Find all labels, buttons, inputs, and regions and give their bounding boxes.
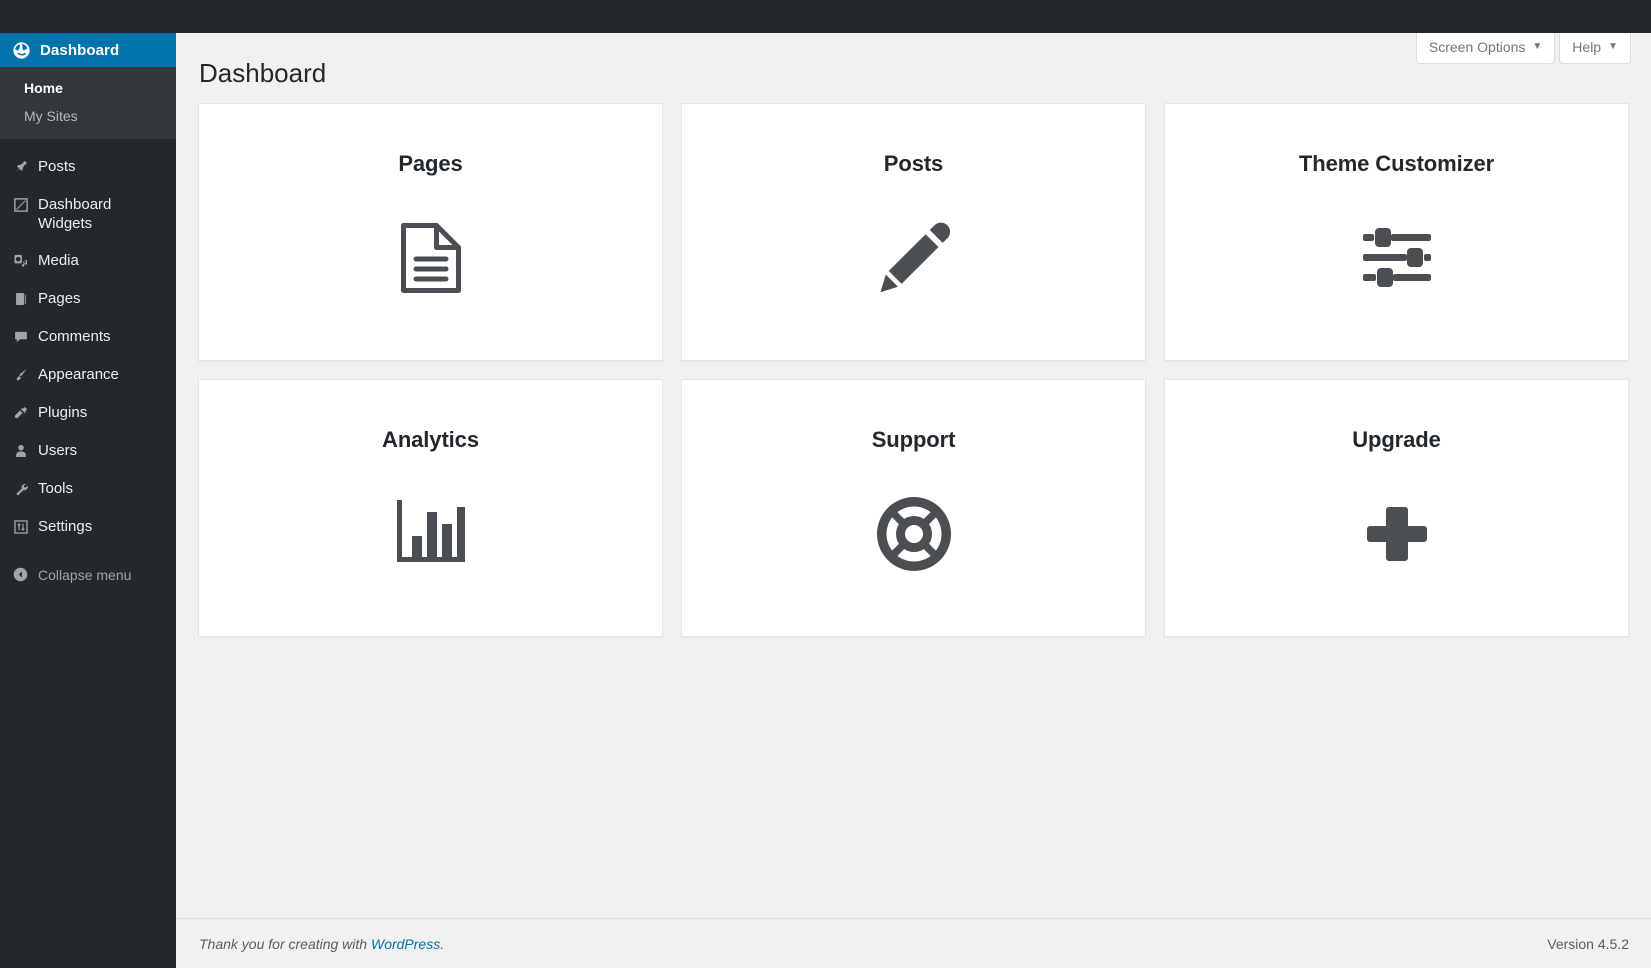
sidebar-item-appearance[interactable]: Appearance: [0, 356, 176, 394]
content-area: Screen Options ▼ Help ▼ Dashboard Pages: [176, 33, 1651, 968]
active-menu-arrow-icon: [176, 42, 184, 58]
footer-thanks: Thank you for creating with WordPress.: [199, 936, 444, 952]
card-title: Theme Customizer: [1298, 150, 1495, 176]
dashboard-card-grid: Pages Posts Theme Customizer Analytics S…: [176, 102, 1651, 637]
pencil-icon: [875, 219, 953, 297]
sidebar-separator: [0, 139, 176, 148]
sidebar-subitem-home[interactable]: Home: [0, 74, 176, 102]
sidebar-item-settings[interactable]: Settings: [0, 508, 176, 546]
card-title: Posts: [883, 150, 944, 176]
comment-icon: [12, 328, 38, 346]
wrench-icon: [12, 480, 38, 498]
sidebar-item-users[interactable]: Users: [0, 432, 176, 470]
footer-version: Version 4.5.2: [1547, 935, 1629, 952]
card-analytics[interactable]: Analytics: [198, 378, 663, 637]
screen-meta-links: Screen Options ▼ Help ▼: [1415, 33, 1631, 64]
wordpress-link[interactable]: WordPress: [371, 936, 440, 952]
card-posts[interactable]: Posts: [681, 102, 1146, 361]
collapse-menu-button[interactable]: Collapse menu: [0, 556, 176, 593]
sidebar-item-posts[interactable]: Posts: [0, 148, 176, 186]
footer-thanks-suffix: .: [440, 935, 445, 952]
card-upgrade[interactable]: Upgrade: [1164, 378, 1629, 637]
screen-options-label: Screen Options: [1428, 39, 1526, 55]
plug-icon: [12, 404, 38, 422]
brush-icon: [12, 366, 38, 384]
help-label: Help: [1572, 39, 1602, 55]
card-pages[interactable]: Pages: [198, 102, 663, 361]
sidebar-item-label: Dashboard: [40, 41, 120, 59]
dashboard-icon: [12, 41, 38, 60]
sidebar-item-label: Media: [38, 252, 79, 269]
sidebar-item-dashboard-widgets[interactable]: Dashboard Widgets: [0, 186, 176, 242]
screen-options-button[interactable]: Screen Options ▼: [1415, 33, 1556, 64]
pin-icon: [12, 158, 38, 176]
plus-icon: [1358, 495, 1436, 573]
widget-icon: [12, 196, 38, 214]
lifebuoy-icon: [875, 495, 953, 573]
sidebar-item-label: Comments: [38, 328, 111, 345]
collapse-menu-label: Collapse menu: [38, 566, 132, 583]
sidebar-item-label: Tools: [38, 480, 74, 497]
admin-bar: [0, 0, 1651, 33]
card-support[interactable]: Support: [681, 378, 1146, 637]
collapse-arrow-icon: [12, 566, 38, 583]
sliders-icon: [1358, 219, 1436, 297]
user-icon: [12, 442, 38, 460]
sidebar-item-media[interactable]: Media: [0, 242, 176, 280]
sidebar-item-pages[interactable]: Pages: [0, 280, 176, 318]
sidebar-item-label: Users: [38, 442, 78, 459]
card-title: Analytics: [382, 426, 479, 452]
help-button[interactable]: Help ▼: [1559, 33, 1631, 64]
bar-chart-icon: [392, 495, 470, 573]
admin-footer: Thank you for creating with WordPress. V…: [176, 918, 1651, 968]
sidebar-item-label: Settings: [38, 518, 93, 535]
sidebar-subitem-my-sites[interactable]: My Sites: [0, 102, 176, 130]
wordpress-admin-screen: Dashboard Home My Sites Posts Dashboard …: [0, 0, 1651, 968]
sidebar-item-label: Pages: [38, 290, 81, 307]
admin-sidebar: Dashboard Home My Sites Posts Dashboard …: [0, 0, 184, 968]
card-title: Pages: [398, 150, 463, 176]
chevron-down-icon: ▼: [1532, 41, 1543, 52]
chevron-down-icon: ▼: [1608, 41, 1618, 52]
document-icon: [392, 219, 470, 297]
sidebar-item-tools[interactable]: Tools: [0, 470, 176, 508]
card-title: Upgrade: [1352, 426, 1441, 452]
footer-thanks-prefix: Thank you for creating with: [199, 935, 371, 952]
sidebar-item-comments[interactable]: Comments: [0, 318, 176, 356]
sidebar-item-plugins[interactable]: Plugins: [0, 394, 176, 432]
page-icon: [12, 290, 38, 308]
sidebar-item-label: Appearance: [38, 366, 119, 383]
card-title: Support: [871, 426, 956, 452]
sidebar-item-label: Posts: [38, 158, 76, 175]
camera-icon: [12, 252, 38, 270]
card-theme-customizer[interactable]: Theme Customizer: [1164, 102, 1629, 361]
sidebar-item-label: Dashboard Widgets: [38, 196, 112, 232]
sidebar-item-label: Plugins: [38, 404, 88, 421]
sidebar-item-dashboard[interactable]: Dashboard: [0, 33, 184, 67]
dashboard-submenu: Home My Sites: [0, 67, 176, 139]
settings-icon: [12, 518, 38, 536]
